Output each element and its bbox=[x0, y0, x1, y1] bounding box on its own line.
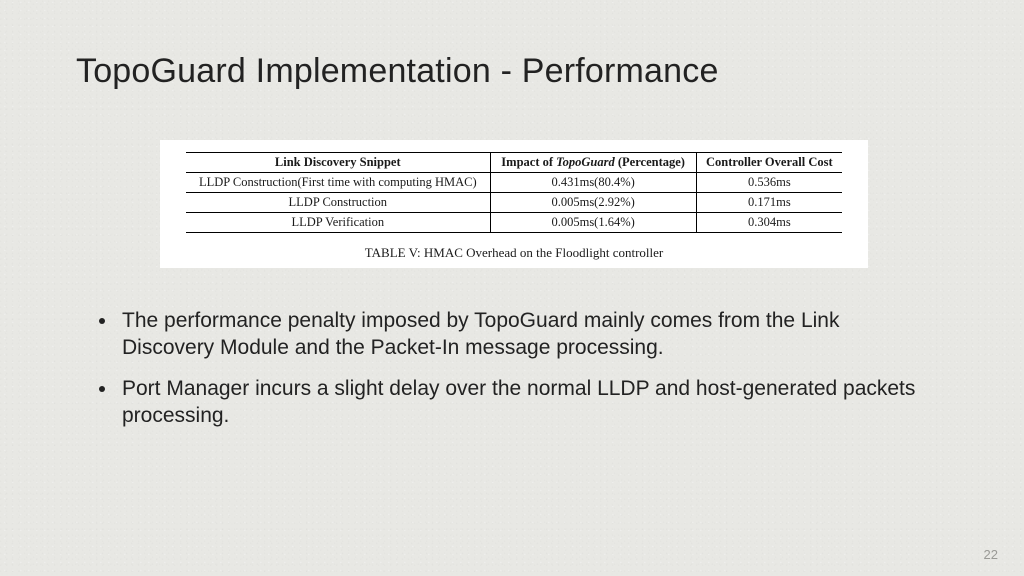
header-impact-b: TopoGuard bbox=[556, 155, 615, 169]
table-caption: TABLE V: HMAC Overhead on the Floodlight… bbox=[186, 245, 842, 261]
cell-snippet: LLDP Construction bbox=[186, 193, 490, 213]
header-snippet: Link Discovery Snippet bbox=[186, 153, 490, 173]
bullet-list: The performance penalty imposed by TopoG… bbox=[96, 308, 936, 444]
header-impact: Impact of TopoGuard (Percentage) bbox=[490, 153, 696, 173]
cell-cost: 0.171ms bbox=[696, 193, 842, 213]
table-row: LLDP Verification 0.005ms(1.64%) 0.304ms bbox=[186, 213, 842, 233]
header-impact-c: (Percentage) bbox=[615, 155, 685, 169]
list-item: Port Manager incurs a slight delay over … bbox=[118, 376, 936, 430]
table-header-row: Link Discovery Snippet Impact of TopoGua… bbox=[186, 153, 842, 173]
cell-impact: 0.431ms(80.4%) bbox=[490, 173, 696, 193]
table-row: LLDP Construction(First time with comput… bbox=[186, 173, 842, 193]
table-card: Link Discovery Snippet Impact of TopoGua… bbox=[160, 140, 868, 268]
slide-title: TopoGuard Implementation - Performance bbox=[76, 52, 719, 91]
list-item: The performance penalty imposed by TopoG… bbox=[118, 308, 936, 362]
cell-snippet: LLDP Construction(First time with comput… bbox=[186, 173, 490, 193]
performance-table: Link Discovery Snippet Impact of TopoGua… bbox=[186, 152, 842, 233]
table-row: LLDP Construction 0.005ms(2.92%) 0.171ms bbox=[186, 193, 842, 213]
cell-cost: 0.536ms bbox=[696, 173, 842, 193]
cell-impact: 0.005ms(2.92%) bbox=[490, 193, 696, 213]
header-impact-a: Impact of bbox=[501, 155, 556, 169]
page-number: 22 bbox=[984, 547, 998, 562]
cell-cost: 0.304ms bbox=[696, 213, 842, 233]
header-cost: Controller Overall Cost bbox=[696, 153, 842, 173]
cell-impact: 0.005ms(1.64%) bbox=[490, 213, 696, 233]
cell-snippet: LLDP Verification bbox=[186, 213, 490, 233]
